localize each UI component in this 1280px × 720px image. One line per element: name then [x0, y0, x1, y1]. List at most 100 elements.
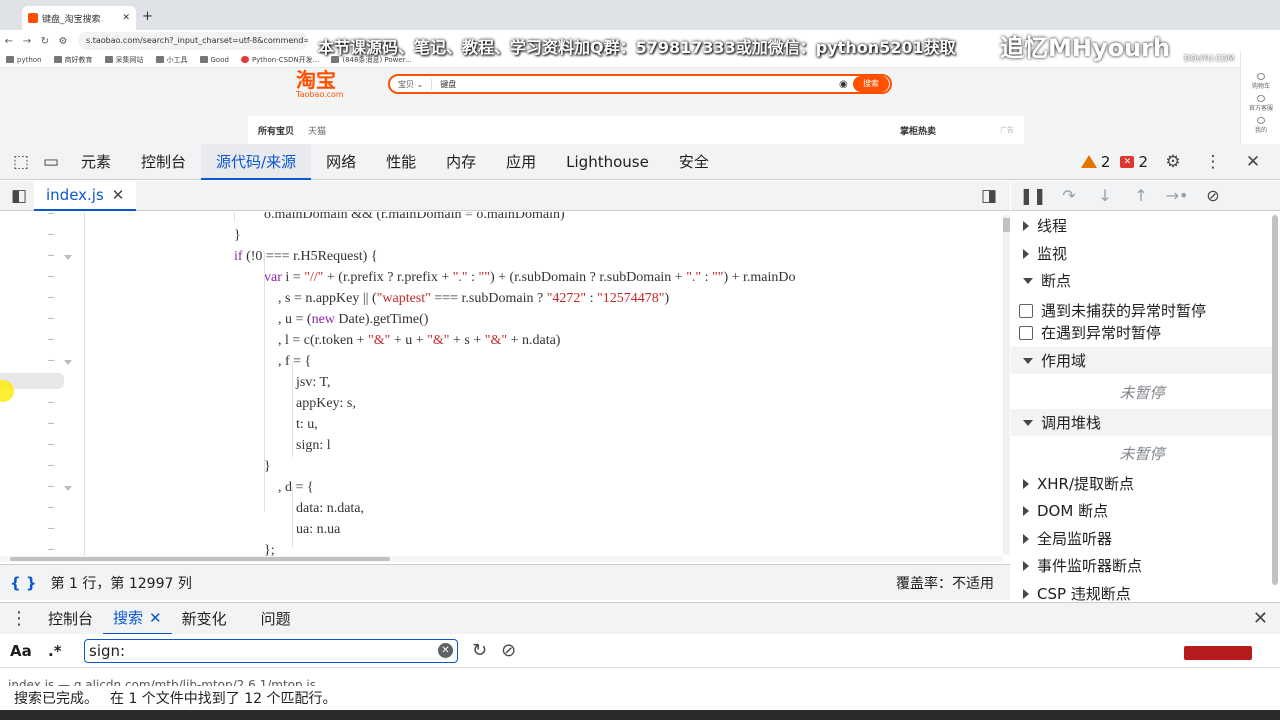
editor-vertical-scroll-thumb[interactable]: [1003, 218, 1010, 232]
step-into-icon[interactable]: ↓: [1091, 186, 1119, 205]
toggle-debugger-icon[interactable]: ◨: [974, 186, 1004, 206]
line-number-placeholder[interactable]: –: [48, 334, 58, 345]
taobao-search-button[interactable]: 搜索: [853, 76, 889, 92]
camera-icon[interactable]: ◉: [839, 79, 853, 90]
editor-vertical-scrollbar[interactable]: [1003, 215, 1010, 555]
line-number-placeholder[interactable]: –: [48, 397, 58, 408]
search-results[interactable]: index.js — g.alicdn.com/mtb/lib-mtop/2.6…: [0, 668, 1280, 686]
tab-memory[interactable]: 内存: [431, 144, 491, 180]
match-case-toggle[interactable]: Aa: [10, 642, 38, 660]
side-cart[interactable]: 购物车: [1241, 70, 1280, 92]
code-line[interactable]: data: n.data,: [296, 498, 364, 519]
code-line[interactable]: }: [264, 456, 271, 477]
close-file-icon[interactable]: ✕: [112, 186, 125, 204]
errors-badge[interactable]: ✕ 2: [1120, 153, 1148, 171]
clear-search-icon[interactable]: ✕: [438, 643, 453, 658]
editor-horizontal-scroll-thumb[interactable]: [10, 557, 390, 561]
close-search-tab-icon[interactable]: ✕: [149, 602, 162, 634]
back-icon[interactable]: ←: [0, 36, 18, 47]
line-number-placeholder[interactable]: –: [48, 418, 58, 429]
drawer-tab-console[interactable]: 控制台: [38, 603, 103, 635]
section-threads[interactable]: 线程: [1011, 212, 1273, 239]
settings-gear-icon[interactable]: ⚙: [1158, 152, 1188, 172]
step-over-icon[interactable]: ↷: [1055, 186, 1083, 205]
drawer-tab-search[interactable]: 搜索 ✕: [103, 603, 172, 635]
line-number-placeholder[interactable]: –: [48, 439, 58, 450]
regex-toggle[interactable]: .*: [48, 642, 76, 660]
code-line[interactable]: , u = (new Date).getTime(): [278, 309, 428, 330]
pause-caught-checkbox[interactable]: 在遇到异常时暂停: [1019, 322, 1161, 343]
tab-performance[interactable]: 性能: [371, 144, 431, 180]
inspect-element-icon[interactable]: ⬚: [6, 152, 36, 172]
section-watch[interactable]: 监视: [1011, 240, 1273, 267]
warnings-badge[interactable]: 2: [1080, 153, 1110, 171]
code-line[interactable]: , d = {: [278, 477, 314, 498]
line-number-placeholder[interactable]: –: [48, 481, 58, 492]
close-devtools-icon[interactable]: ✕: [1238, 152, 1268, 172]
fold-arrow-icon[interactable]: [64, 360, 72, 365]
reload-icon[interactable]: ↻: [36, 36, 54, 47]
search-category-select[interactable]: 宝贝 ⌄: [390, 78, 433, 90]
tab-all-items[interactable]: 所有宝贝: [258, 124, 294, 137]
browser-tab[interactable]: 键盘_淘宝搜索 ✕: [22, 6, 136, 30]
code-editor[interactable]: ––––––––––––––––– o.mainDomain && (r.mai…: [0, 212, 1010, 560]
section-breakpoints[interactable]: 断点: [1011, 267, 1273, 294]
section-event-breakpoints[interactable]: 事件监听器断点: [1011, 552, 1273, 579]
fold-arrow-icon[interactable]: [64, 486, 72, 491]
site-info-icon[interactable]: ⚙: [54, 36, 72, 47]
line-number-placeholder[interactable]: –: [48, 212, 58, 219]
code-line[interactable]: jsv: T,: [296, 372, 331, 393]
line-number-placeholder[interactable]: –: [48, 544, 58, 555]
line-number-placeholder[interactable]: –: [48, 271, 58, 282]
device-toolbar-icon[interactable]: ▭: [36, 152, 66, 172]
bookmark-item[interactable]: 采集网站: [104, 55, 144, 65]
drawer-menu-icon[interactable]: ⋮: [0, 608, 38, 629]
section-xhr-breakpoints[interactable]: XHR/提取断点: [1011, 470, 1273, 497]
code-line[interactable]: o.mainDomain && (r.mainDomain = o.mainDo…: [264, 212, 565, 225]
section-dom-breakpoints[interactable]: DOM 断点: [1011, 497, 1273, 524]
section-csp-breakpoints[interactable]: CSP 违规断点: [1011, 580, 1273, 602]
line-number-placeholder[interactable]: –: [48, 313, 58, 324]
checkbox-icon[interactable]: [1019, 303, 1033, 318]
line-number-placeholder[interactable]: –: [48, 523, 58, 534]
pause-uncaught-checkbox[interactable]: 遇到未捕获的异常时暂停: [1019, 300, 1206, 321]
bookmark-item[interactable]: Good: [199, 56, 229, 64]
line-number-placeholder[interactable]: –: [48, 292, 58, 303]
code-line[interactable]: , f = {: [278, 351, 311, 372]
taobao-logo[interactable]: 淘宝: [296, 70, 336, 90]
toggle-navigator-icon[interactable]: ◧: [4, 186, 34, 206]
file-tab-index-js[interactable]: index.js ✕: [34, 180, 137, 211]
tab-elements[interactable]: 元素: [66, 144, 126, 180]
code-line[interactable]: sign: l: [296, 435, 331, 456]
tab-security[interactable]: 安全: [664, 144, 724, 180]
tab-sources[interactable]: 源代码/来源: [201, 143, 312, 180]
tab-network[interactable]: 网络: [311, 144, 371, 180]
fold-arrow-icon[interactable]: [64, 255, 72, 260]
search-input[interactable]: [89, 641, 438, 660]
section-global-listeners[interactable]: 全局监听器: [1011, 525, 1273, 552]
section-call-stack[interactable]: 调用堆栈: [1011, 409, 1273, 436]
section-scope[interactable]: 作用域: [1011, 347, 1273, 374]
url-input[interactable]: s.taobao.com/search?_input_charset=utf-8…: [78, 32, 308, 50]
bookmark-item[interactable]: 小工具: [155, 55, 188, 65]
side-mine[interactable]: 我的: [1241, 114, 1280, 136]
line-number-placeholder[interactable]: –: [48, 460, 58, 471]
tab-lighthouse[interactable]: Lighthouse: [551, 144, 664, 180]
step-icon[interactable]: →•: [1163, 186, 1191, 205]
line-number-placeholder[interactable]: –: [48, 502, 58, 513]
code-line[interactable]: appKey: s,: [296, 393, 356, 414]
step-out-icon[interactable]: ↑: [1127, 186, 1155, 205]
side-service[interactable]: 官方客服: [1241, 92, 1280, 114]
code-line[interactable]: ua: n.ua: [296, 519, 340, 540]
line-number-placeholder[interactable]: –: [48, 229, 58, 240]
drawer-tab-whats-new[interactable]: 新变化: [172, 603, 237, 635]
deactivate-breakpoints-icon[interactable]: ⊘: [1199, 186, 1227, 205]
new-tab-button[interactable]: +: [142, 9, 153, 24]
bookmark-item[interactable]: Python-CSDN开发...: [240, 55, 319, 65]
code-line[interactable]: , s = n.appKey || ("waptest" === r.subDo…: [278, 288, 669, 309]
search-result-file[interactable]: index.js — g.alicdn.com/mtb/lib-mtop/2.6…: [8, 678, 316, 686]
code-line[interactable]: var i = "//" + (r.prefix ? r.prefix + ".…: [264, 267, 796, 288]
more-options-icon[interactable]: ⋮: [1198, 152, 1228, 172]
tab-application[interactable]: 应用: [491, 144, 551, 180]
line-number-placeholder[interactable]: –: [48, 355, 58, 366]
